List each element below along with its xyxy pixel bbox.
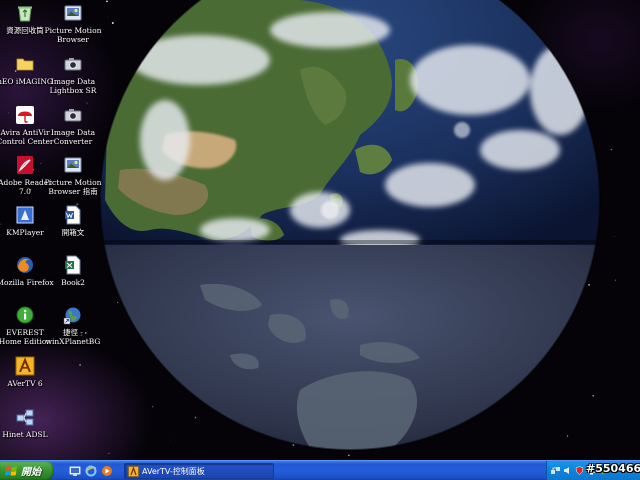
- desktop-icon[interactable]: Book2: [42, 253, 104, 305]
- start-button[interactable]: 開始: [0, 461, 54, 480]
- desktop-icon[interactable]: Picture Motion Browser: [42, 1, 104, 53]
- picture-motion-icon: [62, 2, 84, 24]
- desktop-icon-label: Image Data Lightbox SR: [49, 77, 97, 95]
- volume-tray-icon[interactable]: [563, 466, 572, 475]
- umbrella-icon: [14, 104, 36, 126]
- desktop[interactable]: 資源回收筒 Picture Motion Browser nEO iMAGING Im…: [0, 0, 640, 460]
- shield-tray-icon[interactable]: [575, 466, 584, 475]
- taskbar-button-label: AVerTV-控制面板: [142, 466, 205, 476]
- camera-icon: [62, 53, 84, 75]
- network-tray-icon[interactable]: [551, 466, 560, 475]
- watermark-text: #550466: [586, 462, 640, 475]
- avertv-icon: [14, 355, 36, 377]
- word-document-icon: [62, 204, 84, 226]
- recycle-bin-icon: [14, 2, 36, 24]
- desktop-icon-label: 捷徑 - winXPlanetBG: [45, 328, 101, 346]
- camera-icon: [62, 104, 84, 126]
- desktop-icon[interactable]: Image Data Converter: [42, 103, 104, 155]
- desktop-icon[interactable]: AVerTV 6: [0, 354, 56, 406]
- network-icon: [14, 406, 36, 428]
- desktop-icon-label: Book2: [61, 278, 85, 287]
- desktop-icon-label: Image Data Converter: [50, 128, 96, 146]
- desktop-icon-label: 開箱文: [61, 228, 85, 237]
- avertv-small-icon: [128, 465, 139, 477]
- excel-workbook-icon: [62, 254, 84, 276]
- firefox-icon: [14, 254, 36, 276]
- desktop-icon-label: Picture Motion Browser: [44, 26, 102, 44]
- desktop-icon[interactable]: Image Data Lightbox SR: [42, 52, 104, 104]
- desktop-icon[interactable]: Picture Motion Browser 指南: [42, 153, 104, 205]
- internet-explorer-icon[interactable]: [84, 464, 97, 477]
- desktop-icon-label: Hinet ADSL: [2, 430, 48, 439]
- taskbar: 開始 AVerTV-控制面板: [0, 460, 640, 480]
- desktop-icon[interactable]: 開箱文: [42, 203, 104, 255]
- picture-motion-icon: [62, 154, 84, 176]
- folder-icon: [14, 53, 36, 75]
- everest-icon: [14, 304, 36, 326]
- start-label: 開始: [21, 467, 41, 478]
- kmplayer-icon: [14, 204, 36, 226]
- desktop-icon[interactable]: 捷徑 - winXPlanetBG: [42, 303, 104, 355]
- windows-logo-icon: [5, 465, 17, 476]
- show-desktop-icon[interactable]: [68, 464, 81, 477]
- taskbar-button-avertv[interactable]: AVerTV-控制面板: [124, 463, 274, 479]
- media-player-icon[interactable]: [100, 464, 113, 477]
- desktop-icon-label: AVerTV 6: [7, 379, 43, 388]
- globe-shortcut-icon: [62, 304, 84, 326]
- quick-launch: [68, 464, 113, 477]
- desktop-icon-label: Picture Motion Browser 指南: [44, 178, 102, 196]
- desktop-icon[interactable]: Hinet ADSL: [0, 405, 56, 457]
- adobe-reader-icon: [14, 154, 36, 176]
